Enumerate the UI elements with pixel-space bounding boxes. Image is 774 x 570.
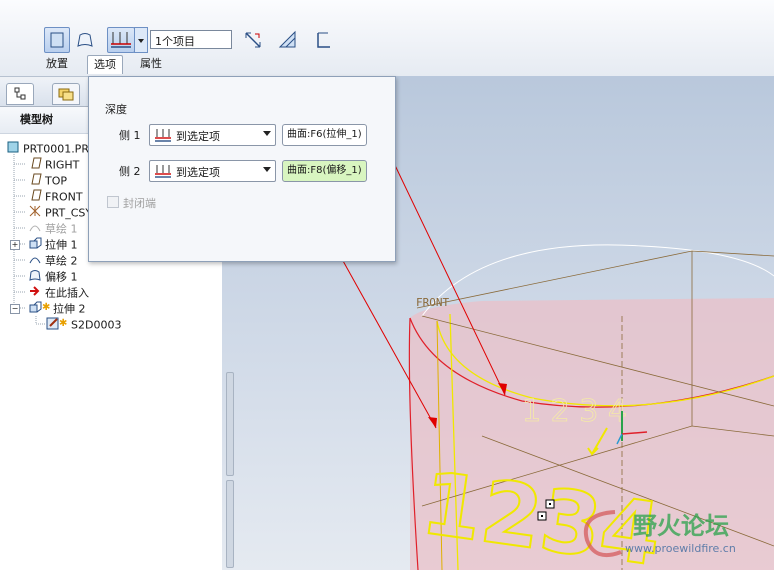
- to-selected-icon: [155, 165, 171, 178]
- side2-depth-value: 到选定项: [176, 166, 220, 179]
- side1-depth-select[interactable]: 到选定项: [149, 124, 276, 146]
- side2-label: 侧 2: [119, 165, 141, 178]
- capped-ends-label: 封闭端: [123, 197, 156, 210]
- side1-depth-value: 到选定项: [176, 130, 220, 143]
- options-panel: 深度 侧 1 到选定项 曲面:F6(拉伸_1) 侧 2 到选定项 曲面:F8(偏…: [88, 76, 396, 262]
- side1-reference-collector[interactable]: 曲面:F6(拉伸_1): [282, 124, 367, 146]
- to-selected-icon: [155, 129, 171, 142]
- side2-reference-collector[interactable]: 曲面:F8(偏移_1): [282, 160, 367, 182]
- watermark-logo: 野火论坛 www.proewildfire.cn: [575, 504, 765, 564]
- capped-ends-checkbox[interactable]: [107, 196, 119, 208]
- watermark-url: www.proewildfire.cn: [625, 542, 736, 555]
- chevron-down-icon: [263, 167, 271, 172]
- depth-section-title: 深度: [105, 103, 127, 116]
- chevron-down-icon: [263, 131, 271, 136]
- side2-depth-select[interactable]: 到选定项: [149, 160, 276, 182]
- watermark-title: 野火论坛: [633, 512, 729, 540]
- watermark-swirl-icon: [583, 510, 622, 557]
- side1-label: 侧 1: [119, 129, 141, 142]
